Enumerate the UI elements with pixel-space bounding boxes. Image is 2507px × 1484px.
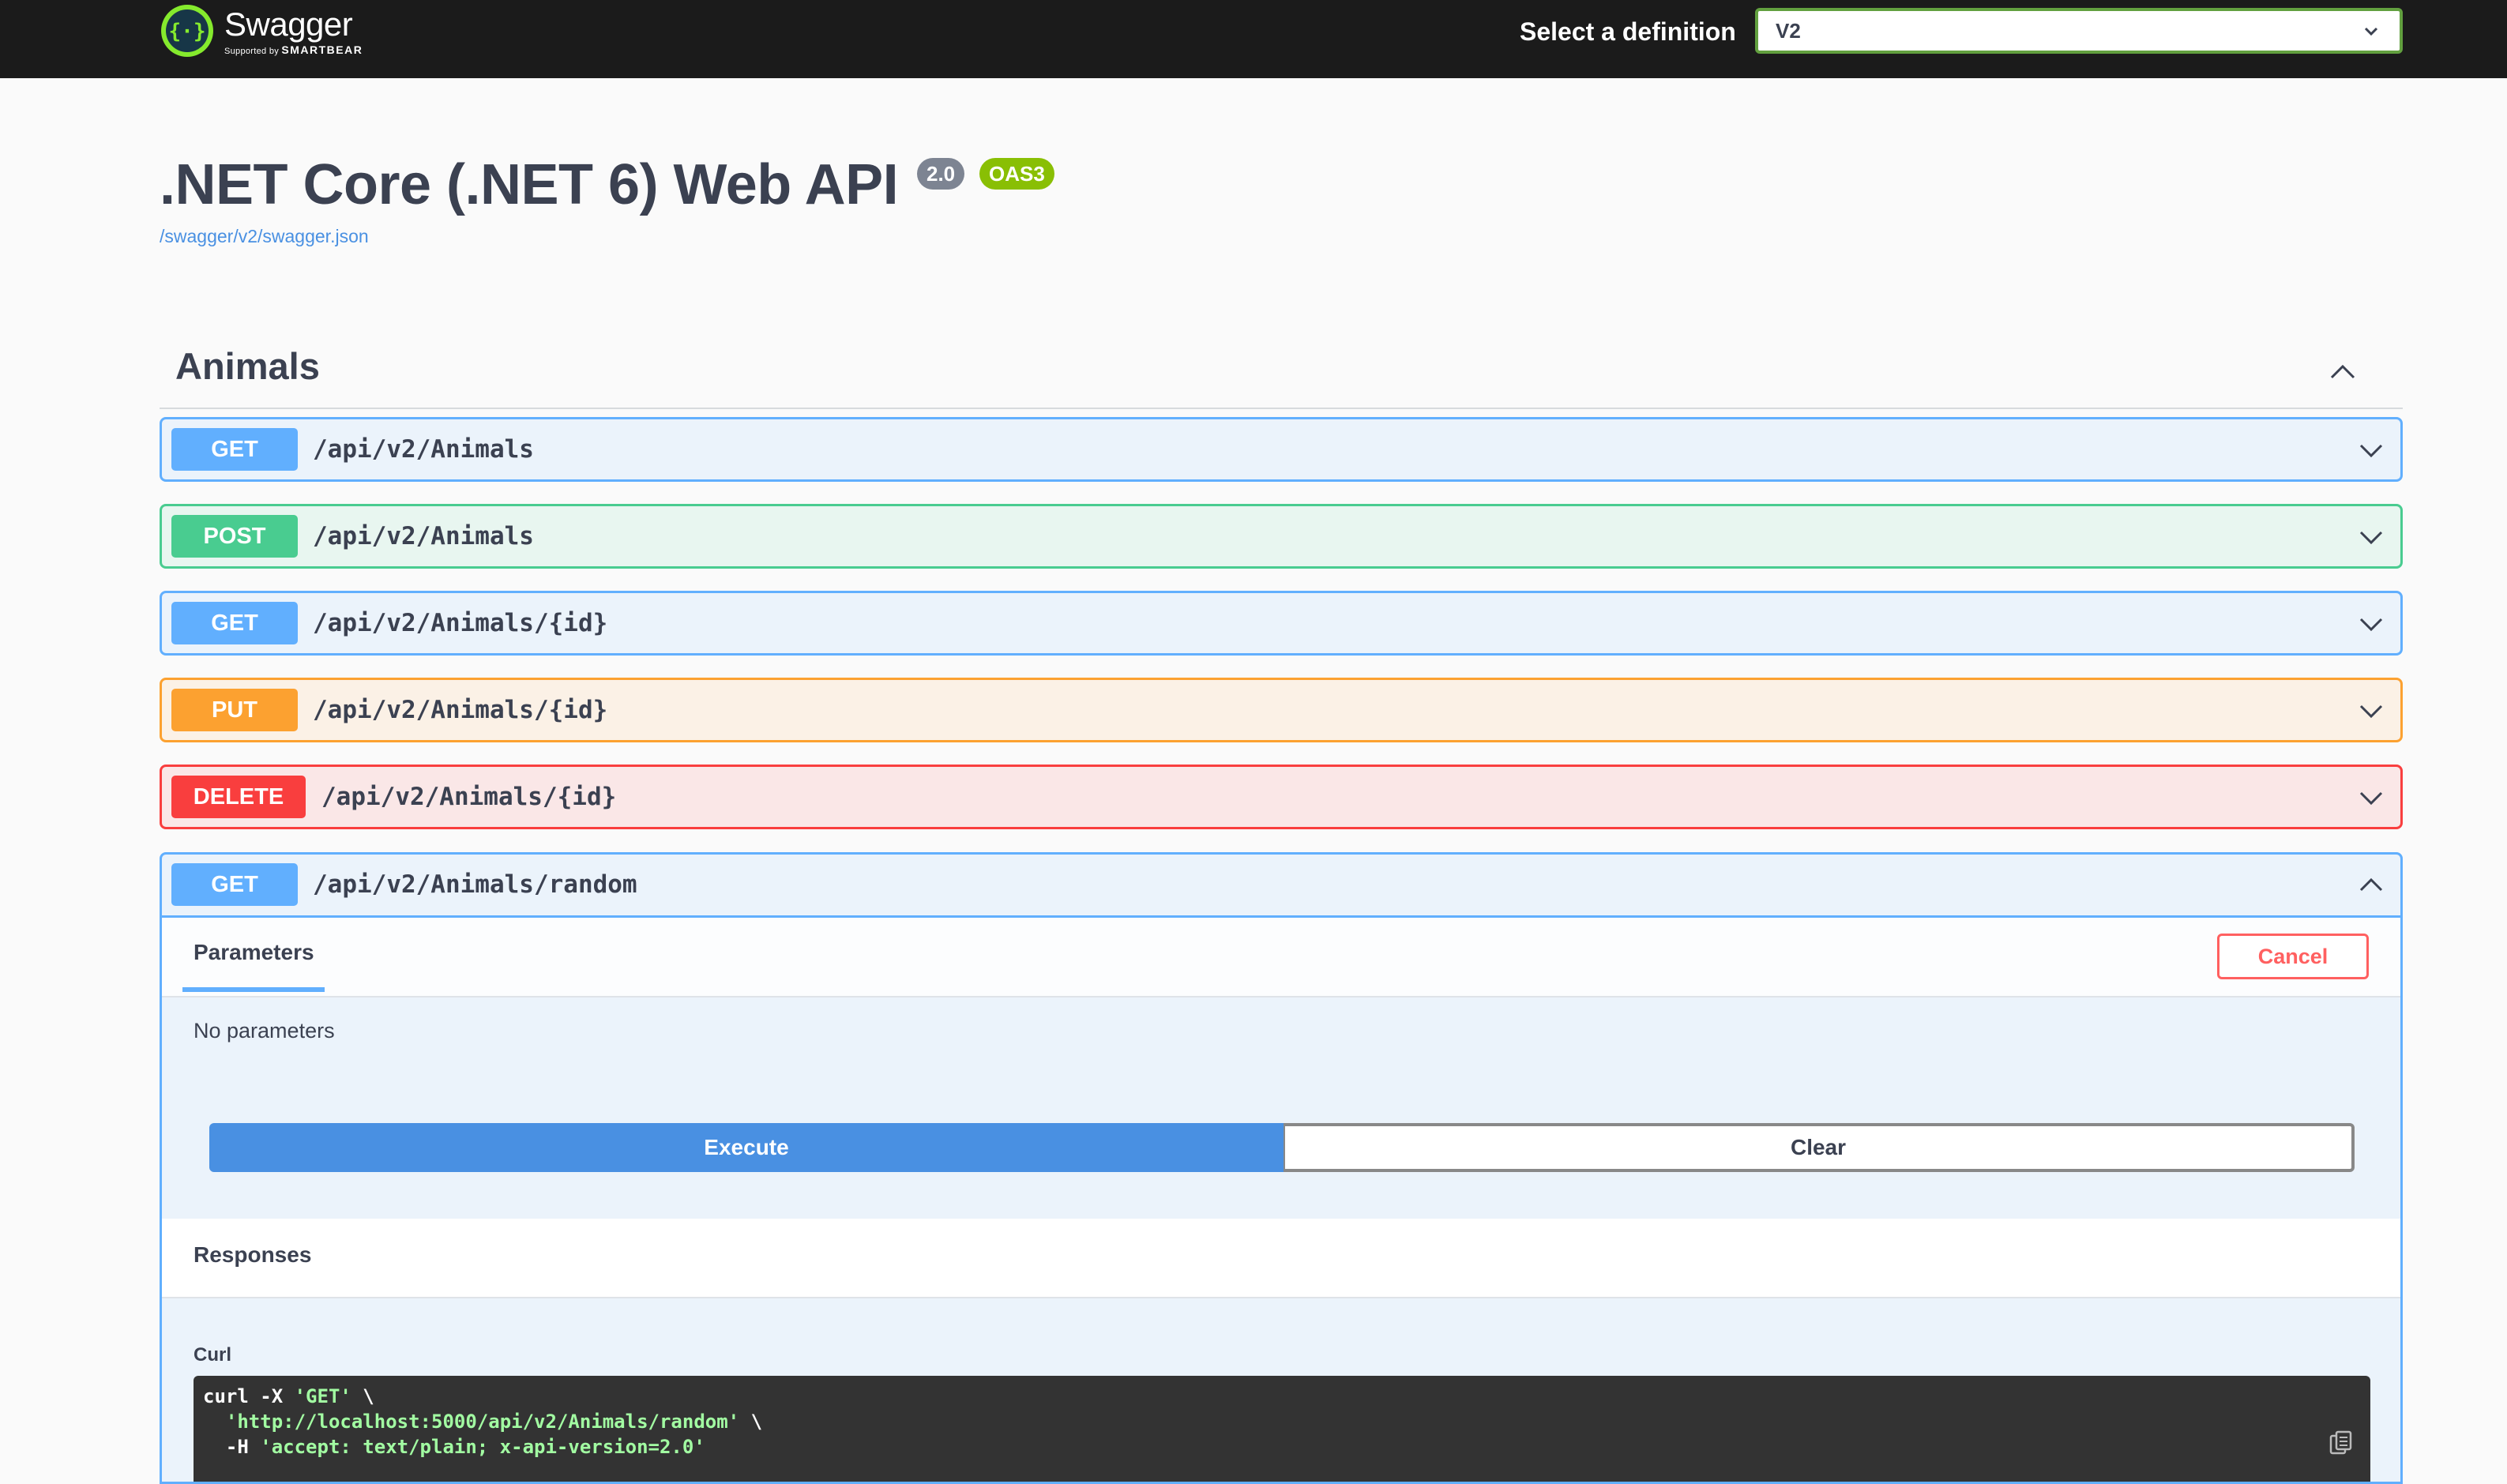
- execute-button[interactable]: Execute: [209, 1123, 1284, 1172]
- chevron-down-icon: [2359, 791, 2383, 806]
- curl-label: Curl: [194, 1344, 231, 1366]
- logo-sub-brand: SMARTBEAR: [281, 43, 363, 56]
- operation-get-animals[interactable]: GET /api/v2/Animals: [160, 417, 2403, 482]
- method-badge: GET: [171, 602, 298, 644]
- top-bar: {·} Swagger Supported by SMARTBEAR Selec…: [0, 0, 2507, 78]
- chevron-down-icon: [2359, 704, 2383, 719]
- copy-icon[interactable]: [2328, 1430, 2355, 1456]
- operation-path: /api/v2/Animals/{id}: [313, 696, 608, 724]
- curl-code: curl -X 'GET' \ 'http://localhost:5000/a…: [203, 1385, 763, 1458]
- method-badge: PUT: [171, 689, 298, 731]
- operation-delete-animal[interactable]: DELETE /api/v2/Animals/{id}: [160, 765, 2403, 829]
- chevron-down-icon: [2359, 531, 2383, 545]
- oas-badge: OAS3: [979, 158, 1054, 190]
- tab-active-indicator: [182, 987, 325, 992]
- chevron-up-icon: [2359, 877, 2383, 892]
- version-badge: 2.0: [917, 158, 965, 190]
- chevron-down-icon: [2359, 444, 2383, 458]
- clear-button[interactable]: Clear: [1284, 1123, 2355, 1172]
- parameters-header: Parameters Cancel: [162, 918, 2400, 997]
- method-badge: GET: [171, 428, 298, 471]
- operation-get-animals-random: GET /api/v2/Animals/random Parameters Ca…: [160, 852, 2403, 1484]
- swagger-logo[interactable]: {·} Swagger Supported by SMARTBEAR: [160, 0, 363, 63]
- swagger-logo-icon: {·}: [161, 5, 213, 57]
- operation-path: /api/v2/Animals: [313, 522, 534, 550]
- spec-link[interactable]: /swagger/v2/swagger.json: [160, 226, 369, 247]
- responses-header: Responses: [162, 1219, 2400, 1298]
- operation-put-animal[interactable]: PUT /api/v2/Animals/{id}: [160, 678, 2403, 742]
- responses-title: Responses: [194, 1242, 312, 1267]
- logo-sub-prefix: Supported by: [224, 46, 280, 56]
- definition-value: V2: [1776, 19, 1801, 43]
- api-title: .NET Core (.NET 6) Web API: [160, 153, 899, 216]
- method-badge: POST: [171, 515, 298, 558]
- chevron-down-icon: [2359, 618, 2383, 632]
- tag-header-animals[interactable]: Animals: [160, 341, 2403, 409]
- tag-name: Animals: [175, 345, 320, 387]
- method-badge: GET: [171, 863, 298, 906]
- definition-label: Select a definition: [1520, 17, 1736, 46]
- operation-path: /api/v2/Animals: [313, 435, 534, 464]
- operation-path: /api/v2/Animals/random: [313, 870, 637, 899]
- curl-code-block[interactable]: curl -X 'GET' \ 'http://localhost:5000/a…: [194, 1376, 2370, 1482]
- operation-post-animals[interactable]: POST /api/v2/Animals: [160, 504, 2403, 569]
- operation-summary[interactable]: GET /api/v2/Animals/random: [162, 855, 2400, 918]
- method-badge: DELETE: [171, 776, 306, 818]
- definition-select[interactable]: V2: [1755, 8, 2403, 54]
- logo-name: Swagger: [224, 5, 353, 43]
- chevron-down-icon: [2364, 27, 2378, 36]
- chevron-up-icon: [2330, 364, 2355, 379]
- execute-row: Execute Clear: [209, 1123, 2355, 1172]
- no-parameters-text: No parameters: [194, 1019, 335, 1043]
- operation-get-animal-by-id[interactable]: GET /api/v2/Animals/{id}: [160, 591, 2403, 656]
- svg-text:{·}: {·}: [169, 20, 206, 43]
- operation-path: /api/v2/Animals/{id}: [321, 783, 617, 811]
- cancel-button[interactable]: Cancel: [2217, 934, 2369, 979]
- operation-path: /api/v2/Animals/{id}: [313, 609, 608, 637]
- tab-parameters[interactable]: Parameters: [194, 940, 314, 965]
